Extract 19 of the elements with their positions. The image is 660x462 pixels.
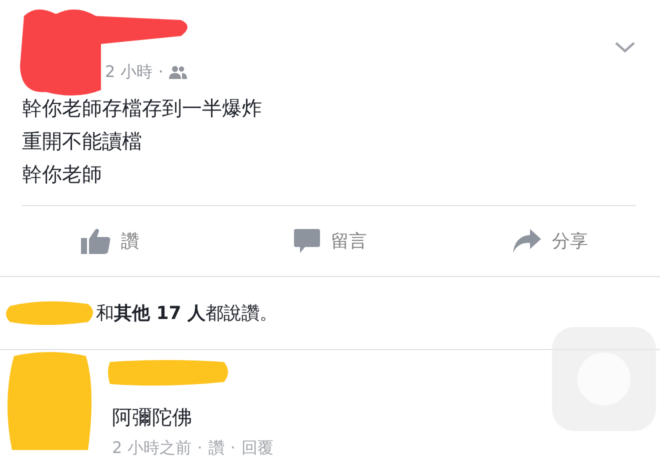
post-text-line: 幹你老師存檔存到一半爆炸 <box>22 95 263 122</box>
share-arrow-icon <box>512 228 542 254</box>
separator-dot: · <box>197 437 202 459</box>
thumbs-up-icon <box>81 227 111 255</box>
comment-time: 2 小時之前 <box>112 437 192 459</box>
post-text-line: 重開不能讀檔 <box>22 128 143 155</box>
likes-summary-text: 和其他 17 人都說讚。 <box>96 302 278 326</box>
post-time: 2 小時 <box>105 61 152 83</box>
friends-icon <box>169 65 188 79</box>
speech-bubble-icon <box>293 227 321 255</box>
separator-dot: · <box>158 61 164 83</box>
comment-action-link[interactable]: 讚 <box>208 436 224 460</box>
comment-text: 阿彌陀佛 <box>112 404 193 431</box>
comment-button[interactable]: 留言 <box>220 226 440 256</box>
post-text-line: 幹你老師 <box>22 161 103 188</box>
comment-action-link[interactable]: 回覆 <box>241 436 274 460</box>
separator-dot: · <box>230 437 236 459</box>
share-button[interactable]: 分享 <box>440 226 660 256</box>
like-button[interactable]: 讚 <box>0 226 220 256</box>
